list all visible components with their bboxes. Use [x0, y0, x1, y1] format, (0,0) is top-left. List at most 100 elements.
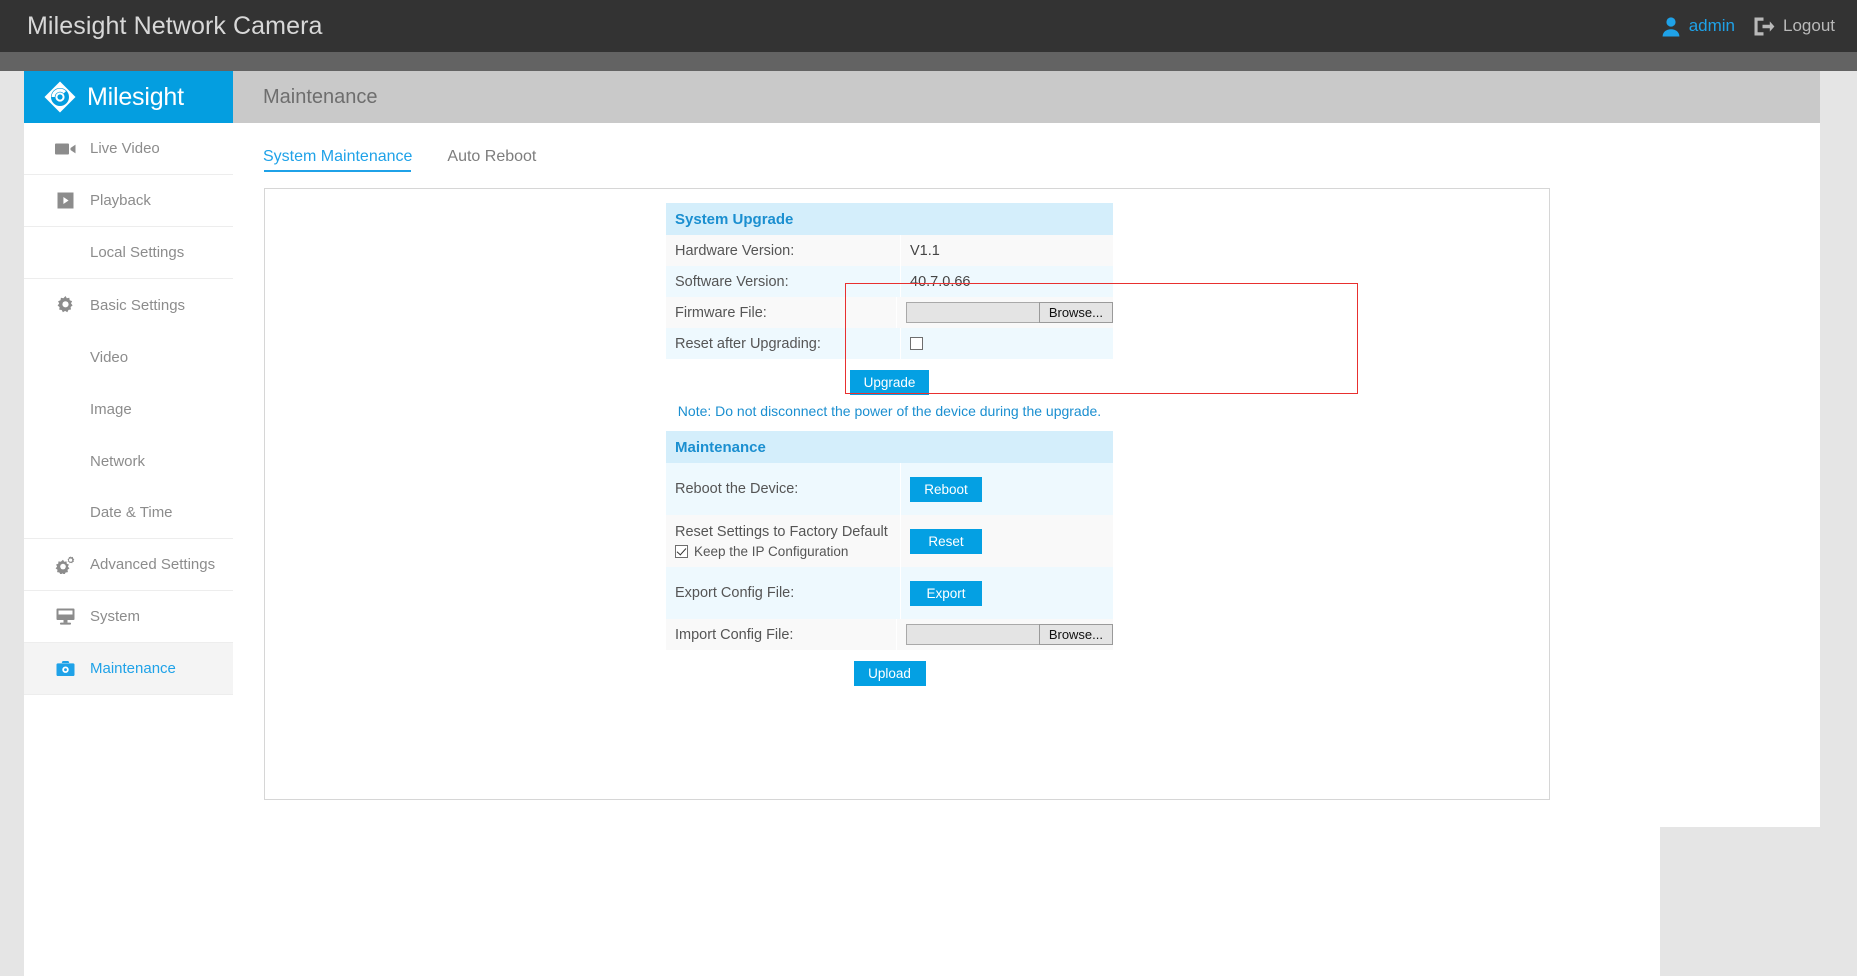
logout-label: Logout — [1783, 16, 1835, 36]
maintenance-panel: Maintenance Reboot the Device: Reboot Re… — [666, 431, 1113, 690]
tab-system-maintenance[interactable]: System Maintenance — [263, 148, 412, 175]
titlebar-actions: admin Logout — [1661, 16, 1835, 37]
sidebar-item-label: Basic Settings — [90, 297, 185, 314]
sidebar-item-label: System — [90, 608, 140, 625]
gear-icon — [52, 296, 78, 315]
upload-button-row: Upload — [666, 650, 1113, 690]
keep-ip-configuration-row[interactable]: Keep the IP Configuration — [675, 544, 900, 559]
upgrade-note: Note: Do not disconnect the power of the… — [666, 399, 1113, 425]
brand-name: Milesight — [87, 83, 184, 112]
upgrade-button[interactable]: Upgrade — [850, 370, 930, 395]
page-bottom-gutter — [1660, 827, 1857, 976]
upload-button[interactable]: Upload — [854, 661, 926, 686]
viewport: Milesight Network Camera admin — [0, 0, 1857, 976]
sidebar-item-label: Advanced Settings — [90, 556, 215, 573]
reset-after-upgrading-cell — [900, 328, 1113, 359]
double-gear-icon — [52, 555, 78, 574]
table-row: Export Config File: Export — [666, 567, 1113, 619]
table-row: Reboot the Device: Reboot — [666, 463, 1113, 515]
reboot-device-label: Reboot the Device: — [666, 463, 900, 515]
user-name-label: admin — [1689, 16, 1735, 36]
sidebar-item-label: Playback — [90, 192, 151, 209]
firmware-file-label: Firmware File: — [666, 297, 896, 328]
sidebar-item-label: Date & Time — [90, 504, 173, 521]
keep-ip-configuration-label: Keep the IP Configuration — [694, 544, 848, 559]
sidebar-item-basic-settings[interactable]: Basic Settings — [24, 279, 233, 331]
sidebar-item-local-settings[interactable]: Local Settings — [24, 227, 233, 279]
keep-ip-configuration-checkbox[interactable] — [675, 545, 688, 558]
export-cell: Export — [900, 567, 1113, 619]
import-config-file-input[interactable]: Browse... — [906, 624, 1113, 645]
logout-button[interactable]: Logout — [1753, 16, 1835, 37]
software-version-label: Software Version: — [666, 266, 900, 297]
export-config-label: Export Config File: — [666, 567, 900, 619]
reboot-cell: Reboot — [900, 463, 1113, 515]
reset-after-upgrading-label: Reset after Upgrading: — [666, 328, 900, 359]
import-config-cell: Browse... — [896, 619, 1113, 650]
hardware-version-label: Hardware Version: — [666, 235, 900, 266]
import-config-label: Import Config File: — [666, 619, 896, 650]
sidebar-item-playback[interactable]: Playback — [24, 175, 233, 227]
user-account[interactable]: admin — [1661, 16, 1735, 37]
export-button[interactable]: Export — [910, 581, 982, 606]
reset-factory-default-text: Reset Settings to Factory Default — [675, 524, 900, 540]
reset-factory-default-label: Reset Settings to Factory Default Keep t… — [666, 515, 900, 567]
upgrade-button-row: Upgrade — [666, 359, 1113, 399]
tab-auto-reboot[interactable]: Auto Reboot — [447, 148, 536, 175]
table-row: Hardware Version: V1.1 — [666, 235, 1113, 266]
monitor-icon — [52, 608, 78, 625]
content-panel: System Upgrade Hardware Version: V1.1 So… — [264, 188, 1550, 800]
firmware-file-cell: Browse... — [896, 297, 1113, 328]
hardware-version-value: V1.1 — [900, 235, 1113, 266]
tab-bar: System Maintenance Auto Reboot — [233, 123, 1820, 175]
camcorder-icon — [52, 142, 78, 156]
sidebar-item-network[interactable]: Network — [24, 435, 233, 487]
toolbox-icon — [52, 660, 78, 677]
maintenance-title: Maintenance — [666, 431, 1113, 463]
sidebar: Milesight Live Video — [24, 71, 233, 976]
reset-button[interactable]: Reset — [910, 529, 982, 554]
sidebar-item-system[interactable]: System — [24, 591, 233, 643]
window-subbar — [0, 52, 1857, 71]
play-box-icon — [52, 192, 78, 209]
table-row: Software Version: 40.7.0.66 — [666, 266, 1113, 297]
page-body: Milesight Live Video — [24, 71, 1820, 976]
system-upgrade-title: System Upgrade — [666, 203, 1113, 235]
sidebar-item-label: Video — [90, 349, 128, 366]
user-icon — [1661, 16, 1681, 37]
sidebar-item-label: Network — [90, 453, 145, 470]
import-config-file-name — [906, 624, 1039, 645]
table-row: Import Config File: Browse... — [666, 619, 1113, 650]
page-header: Maintenance — [233, 71, 1820, 123]
sidebar-item-image[interactable]: Image — [24, 383, 233, 435]
reset-after-upgrading-checkbox[interactable] — [910, 337, 923, 350]
sidebar-item-live-video[interactable]: Live Video — [24, 123, 233, 175]
logout-icon — [1753, 16, 1775, 37]
table-row: Reset Settings to Factory Default Keep t… — [666, 515, 1113, 567]
sidebar-item-label: Maintenance — [90, 660, 176, 677]
app-title: Milesight Network Camera — [27, 12, 323, 41]
firmware-browse-button[interactable]: Browse... — [1039, 302, 1113, 323]
app-titlebar: Milesight Network Camera admin — [0, 0, 1857, 52]
import-browse-button[interactable]: Browse... — [1039, 624, 1113, 645]
page-title: Maintenance — [263, 86, 378, 109]
reset-cell: Reset — [900, 515, 1113, 567]
software-version-value: 40.7.0.66 — [900, 266, 1113, 297]
sidebar-item-label: Local Settings — [90, 244, 184, 261]
sidebar-item-maintenance[interactable]: Maintenance — [24, 643, 233, 695]
main-content: Maintenance System Maintenance Auto Rebo… — [233, 71, 1820, 976]
firmware-file-name — [906, 302, 1039, 323]
table-row: Reset after Upgrading: — [666, 328, 1113, 359]
sidebar-nav: Live Video Playback Local Settings — [24, 123, 233, 695]
firmware-file-input[interactable]: Browse... — [906, 302, 1113, 323]
sidebar-item-video[interactable]: Video — [24, 331, 233, 383]
brand-logo[interactable]: Milesight — [24, 71, 233, 123]
milesight-logo-icon — [43, 80, 77, 114]
sidebar-item-label: Image — [90, 401, 132, 418]
system-upgrade-panel: System Upgrade Hardware Version: V1.1 So… — [666, 203, 1113, 425]
sidebar-item-date-time[interactable]: Date & Time — [24, 487, 233, 539]
reboot-button[interactable]: Reboot — [910, 477, 982, 502]
sidebar-item-label: Live Video — [90, 140, 160, 157]
table-row: Firmware File: Browse... — [666, 297, 1113, 328]
sidebar-item-advanced-settings[interactable]: Advanced Settings — [24, 539, 233, 591]
